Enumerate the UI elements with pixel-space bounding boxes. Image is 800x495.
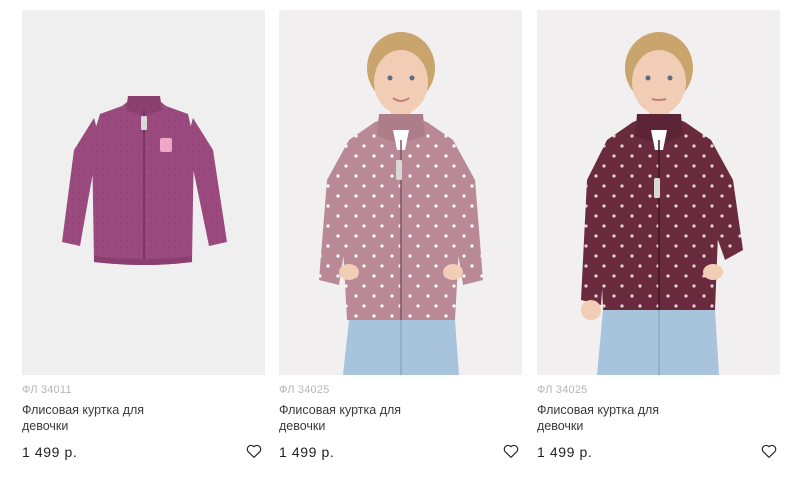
heart-outline-icon[interactable] [502,442,522,462]
product-card[interactable]: ФЛ 34011 Флисовая куртка для девочки 1 4… [22,10,265,462]
product-price: 1 499 р. [22,444,78,460]
product-price: 1 499 р. [537,444,593,460]
product-card[interactable]: ФЛ 34025 Флисовая куртка для девочки 1 4… [537,10,780,462]
product-image[interactable] [279,10,522,375]
product-article: ФЛ 34025 [537,384,588,396]
product-price: 1 499 р. [279,444,335,460]
price-row: 1 499 р. [22,442,265,462]
heart-outline-icon[interactable] [760,442,780,462]
heart-outline-icon[interactable] [245,442,265,462]
product-image[interactable] [537,10,780,375]
product-article: ФЛ 34025 [279,384,330,396]
product-article: ФЛ 34011 [22,384,72,396]
product-title[interactable]: Флисовая куртка для девочки [279,402,429,434]
price-row: 1 499 р. [279,442,522,462]
product-title[interactable]: Флисовая куртка для девочки [537,402,687,434]
product-card[interactable]: ФЛ 34025 Флисовая куртка для девочки 1 4… [279,10,522,462]
product-title[interactable]: Флисовая куртка для девочки [22,402,172,434]
price-row: 1 499 р. [537,442,780,462]
product-image[interactable] [22,10,265,375]
product-grid: ФЛ 34011 Флисовая куртка для девочки 1 4… [0,0,800,495]
